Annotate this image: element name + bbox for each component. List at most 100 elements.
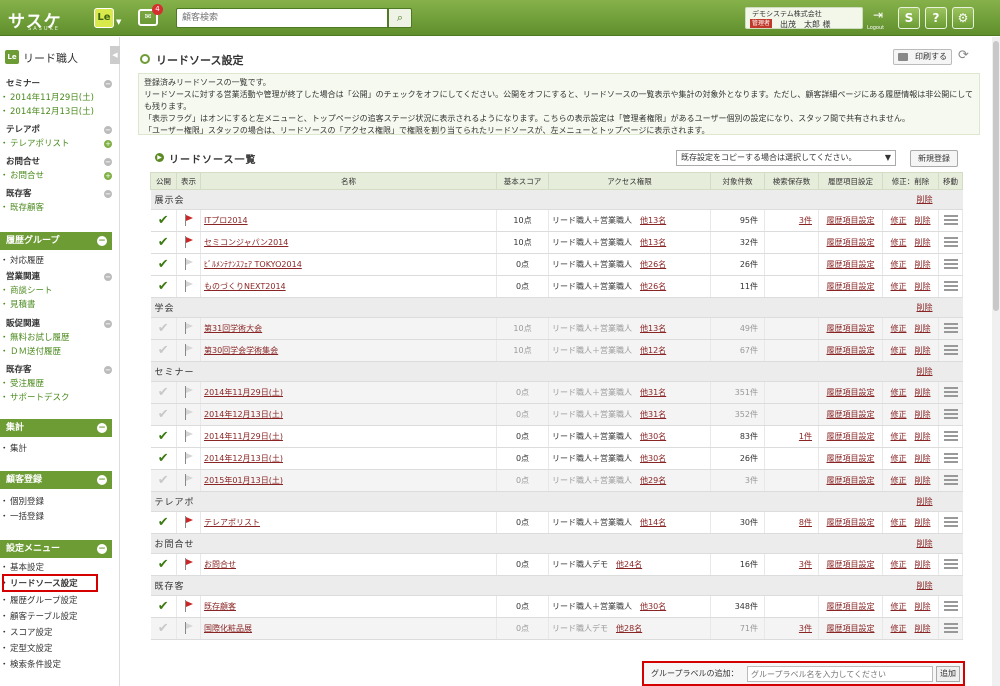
sidebar-item[interactable]: テレアポリスト+ — [0, 137, 116, 151]
history-settings-link[interactable]: 履歴項目設定 — [827, 260, 875, 269]
history-settings-link[interactable]: 履歴項目設定 — [827, 476, 875, 485]
sidebar-item[interactable]: 基本設定 — [0, 561, 116, 575]
lead-source-name-link[interactable]: 2014年11月29日(土) — [204, 388, 283, 397]
drag-handle-icon[interactable] — [943, 622, 958, 633]
display-flag-icon[interactable] — [184, 257, 194, 270]
delete-link[interactable]: 削除 — [915, 454, 931, 463]
customer-search-input[interactable] — [176, 8, 388, 28]
sidebar-item[interactable]: 見積書 — [0, 298, 116, 312]
sidebar-item[interactable]: お問合せ+ — [0, 169, 116, 183]
delete-link[interactable]: 削除 — [915, 282, 931, 291]
lead-source-name-link[interactable]: ものづくりNEXT2014 — [204, 282, 286, 291]
delete-link[interactable]: 削除 — [915, 476, 931, 485]
sidebar-section-history-group[interactable]: 履歴グループ − — [0, 232, 112, 250]
delete-link[interactable]: 削除 — [915, 388, 931, 397]
display-flag-icon[interactable] — [184, 429, 194, 442]
display-flag-icon[interactable] — [184, 515, 194, 528]
display-flag-icon[interactable] — [184, 213, 194, 226]
add-button[interactable]: 追加 — [936, 666, 960, 682]
drag-handle-icon[interactable] — [943, 600, 958, 611]
lead-source-name-link[interactable]: ITプロ2014 — [204, 216, 248, 225]
history-settings-link[interactable]: 履歴項目設定 — [827, 518, 875, 527]
public-check-icon[interactable]: ✔ — [156, 452, 170, 465]
page-scrollbar[interactable] — [992, 37, 1000, 686]
public-check-icon[interactable]: ✔ — [156, 236, 170, 249]
access-staff-link[interactable]: 他26名 — [640, 260, 666, 269]
display-flag-icon[interactable] — [184, 385, 194, 398]
delete-link[interactable]: 削除 — [915, 410, 931, 419]
drag-handle-icon[interactable] — [943, 322, 958, 333]
edit-link[interactable]: 修正 — [891, 560, 907, 569]
drag-handle-icon[interactable] — [943, 258, 958, 269]
public-check-icon[interactable]: ✔ — [156, 516, 170, 529]
group-delete-link[interactable]: 削除 — [917, 581, 933, 590]
sidebar-item[interactable]: スコア設定 — [0, 626, 116, 640]
public-check-icon[interactable]: ✔ — [156, 430, 170, 443]
sidebar-item[interactable]: 既存顧客 — [0, 201, 116, 215]
drag-handle-icon[interactable] — [943, 430, 958, 441]
access-staff-link[interactable]: 他14名 — [640, 518, 666, 527]
display-flag-icon[interactable] — [184, 321, 194, 334]
history-settings-link[interactable]: 履歴項目設定 — [827, 602, 875, 611]
public-check-icon[interactable]: ✔ — [156, 474, 170, 487]
history-settings-link[interactable]: 履歴項目設定 — [827, 410, 875, 419]
drag-handle-icon[interactable] — [943, 386, 958, 397]
access-staff-link[interactable]: 他26名 — [640, 282, 666, 291]
edit-link[interactable]: 修正 — [891, 238, 907, 247]
history-settings-link[interactable]: 履歴項目設定 — [827, 346, 875, 355]
sidebar-group-teleapo[interactable]: テレアポ − — [6, 123, 116, 137]
search-button[interactable]: ⌕ — [388, 8, 412, 28]
edit-link[interactable]: 修正 — [891, 216, 907, 225]
drag-handle-icon[interactable] — [943, 280, 958, 291]
lead-source-name-link[interactable]: 第31回学術大会 — [204, 324, 262, 333]
display-flag-icon[interactable] — [184, 599, 194, 612]
edit-link[interactable]: 修正 — [891, 624, 907, 633]
access-staff-link[interactable]: 他24名 — [616, 560, 642, 569]
group-delete-link[interactable]: 削除 — [917, 303, 933, 312]
copy-settings-select[interactable]: 既存設定をコピーする場合は選択してください。 ▼ — [676, 150, 896, 166]
edit-link[interactable]: 修正 — [891, 388, 907, 397]
saved-search-link[interactable]: 1件 — [799, 432, 812, 441]
public-check-icon[interactable]: ✔ — [156, 622, 170, 635]
history-settings-link[interactable]: 履歴項目設定 — [827, 624, 875, 633]
group-delete-link[interactable]: 削除 — [917, 367, 933, 376]
edit-link[interactable]: 修正 — [891, 476, 907, 485]
public-check-icon[interactable]: ✔ — [156, 214, 170, 227]
chevron-down-icon[interactable]: ▼ — [116, 18, 121, 26]
history-settings-link[interactable]: 履歴項目設定 — [827, 454, 875, 463]
delete-link[interactable]: 削除 — [915, 260, 931, 269]
access-staff-link[interactable]: 他31名 — [640, 410, 666, 419]
lead-source-name-link[interactable]: 既存顧客 — [204, 602, 236, 611]
public-check-icon[interactable]: ✔ — [156, 386, 170, 399]
edit-link[interactable]: 修正 — [891, 324, 907, 333]
delete-link[interactable]: 削除 — [915, 216, 931, 225]
sidebar-group-promo[interactable]: 販促関連 − — [6, 317, 116, 331]
drag-handle-icon[interactable] — [943, 214, 958, 225]
saved-search-link[interactable]: 3件 — [799, 560, 812, 569]
drag-handle-icon[interactable] — [943, 474, 958, 485]
delete-link[interactable]: 削除 — [915, 602, 931, 611]
access-staff-link[interactable]: 他29名 — [640, 476, 666, 485]
delete-link[interactable]: 削除 — [915, 624, 931, 633]
public-check-icon[interactable]: ✔ — [156, 258, 170, 271]
access-staff-link[interactable]: 他31名 — [640, 388, 666, 397]
sasuke-home-button[interactable]: S — [898, 7, 920, 29]
sidebar-item[interactable]: 商談シート — [0, 284, 116, 298]
lead-source-name-link[interactable]: 2014年12月13日(土) — [204, 410, 283, 419]
logout-label[interactable]: Logout — [867, 25, 884, 31]
display-flag-icon[interactable] — [184, 343, 194, 356]
edit-link[interactable]: 修正 — [891, 432, 907, 441]
public-check-icon[interactable]: ✔ — [156, 280, 170, 293]
history-settings-link[interactable]: 履歴項目設定 — [827, 432, 875, 441]
sidebar-item[interactable]: ＤＭ送付履歴 — [0, 345, 116, 359]
display-flag-icon[interactable] — [184, 451, 194, 464]
group-delete-link[interactable]: 削除 — [917, 497, 933, 506]
history-settings-link[interactable]: 履歴項目設定 — [827, 560, 875, 569]
lead-source-name-link[interactable]: お問合せ — [204, 560, 236, 569]
history-settings-link[interactable]: 履歴項目設定 — [827, 238, 875, 247]
display-flag-icon[interactable] — [184, 279, 194, 292]
lead-source-name-link[interactable]: セミコンジャパン2014 — [204, 238, 288, 247]
history-settings-link[interactable]: 履歴項目設定 — [827, 282, 875, 291]
sidebar-item[interactable]: 一括登録 — [0, 510, 116, 524]
sidebar-item[interactable]: 履歴グループ設定 — [0, 594, 116, 608]
